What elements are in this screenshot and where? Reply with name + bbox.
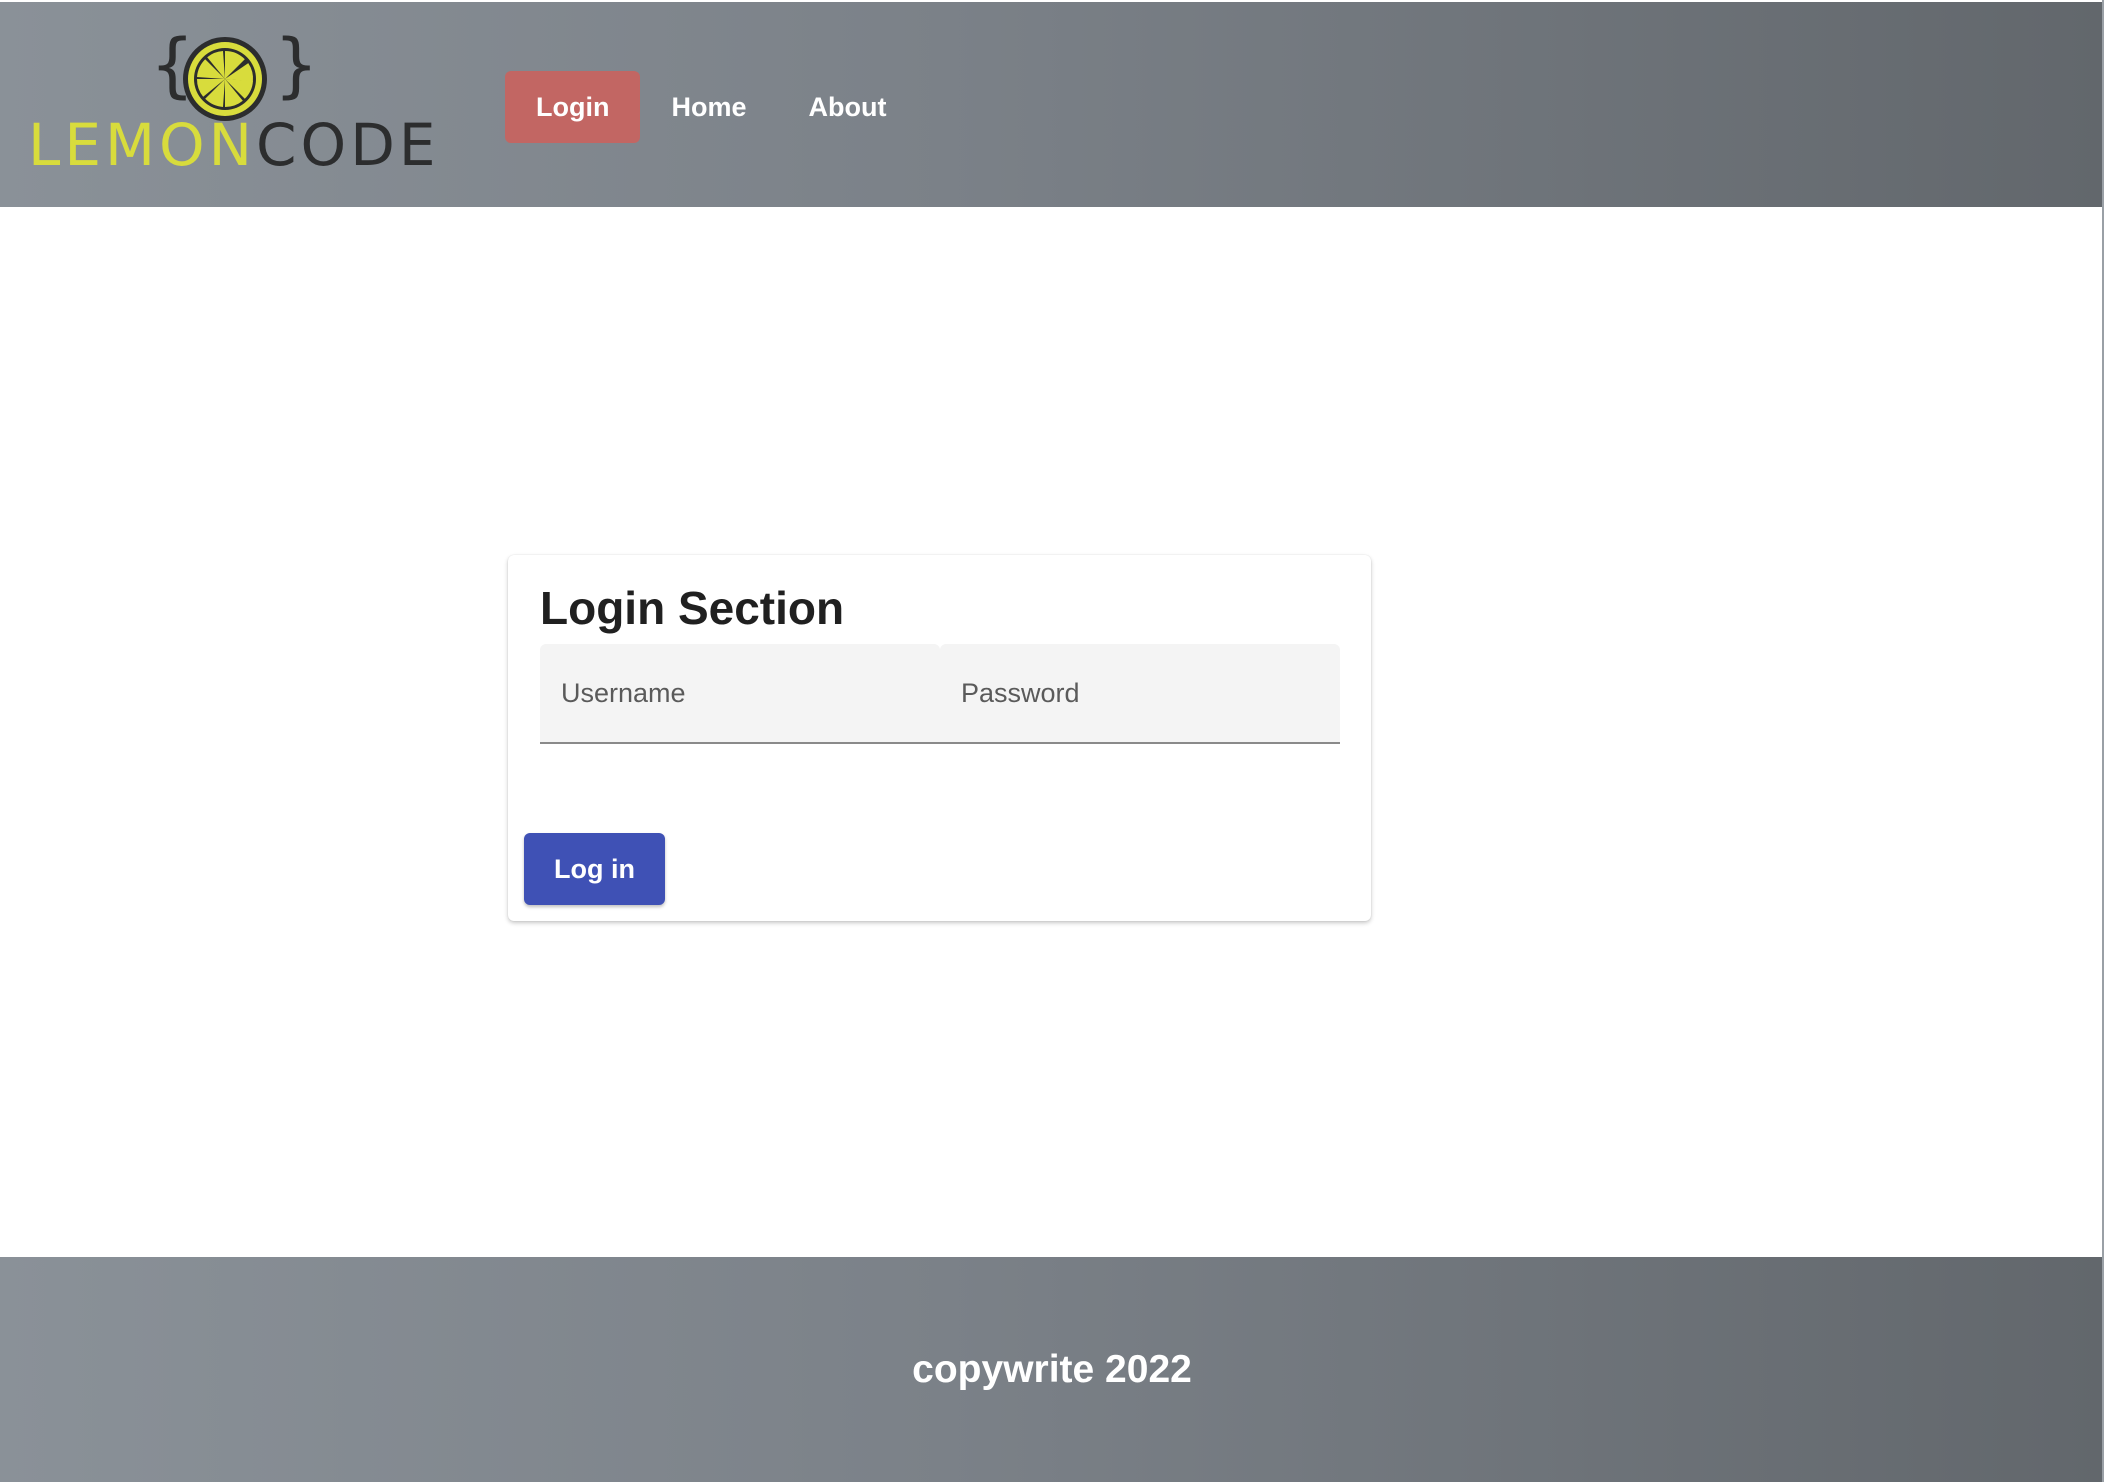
- login-card: Login Section Log in: [508, 555, 1371, 921]
- username-field-container: [540, 644, 940, 744]
- login-section-title: Login Section: [540, 582, 845, 634]
- app-header: { } LEMONCODE Login Home About: [0, 0, 2104, 207]
- lemoncode-logo[interactable]: { } LEMONCODE: [28, 24, 436, 180]
- footer-copyright: copywrite 2022: [912, 1347, 1192, 1391]
- right-brace: }: [274, 24, 319, 106]
- logo-wordmark: LEMONCODE: [28, 116, 440, 174]
- nav-home[interactable]: Home: [640, 71, 777, 143]
- username-input[interactable]: [540, 644, 940, 742]
- app-footer: copywrite 2022: [0, 1257, 2104, 1482]
- logo-text-lemon: LEMON: [28, 111, 257, 179]
- password-field-container: [940, 644, 1340, 744]
- main-nav: Login Home About: [505, 71, 917, 143]
- nav-login[interactable]: Login: [505, 71, 641, 143]
- log-in-button[interactable]: Log in: [524, 833, 665, 905]
- logo-text-code: CODE: [256, 111, 440, 179]
- nav-about[interactable]: About: [778, 71, 918, 143]
- password-input[interactable]: [940, 644, 1340, 742]
